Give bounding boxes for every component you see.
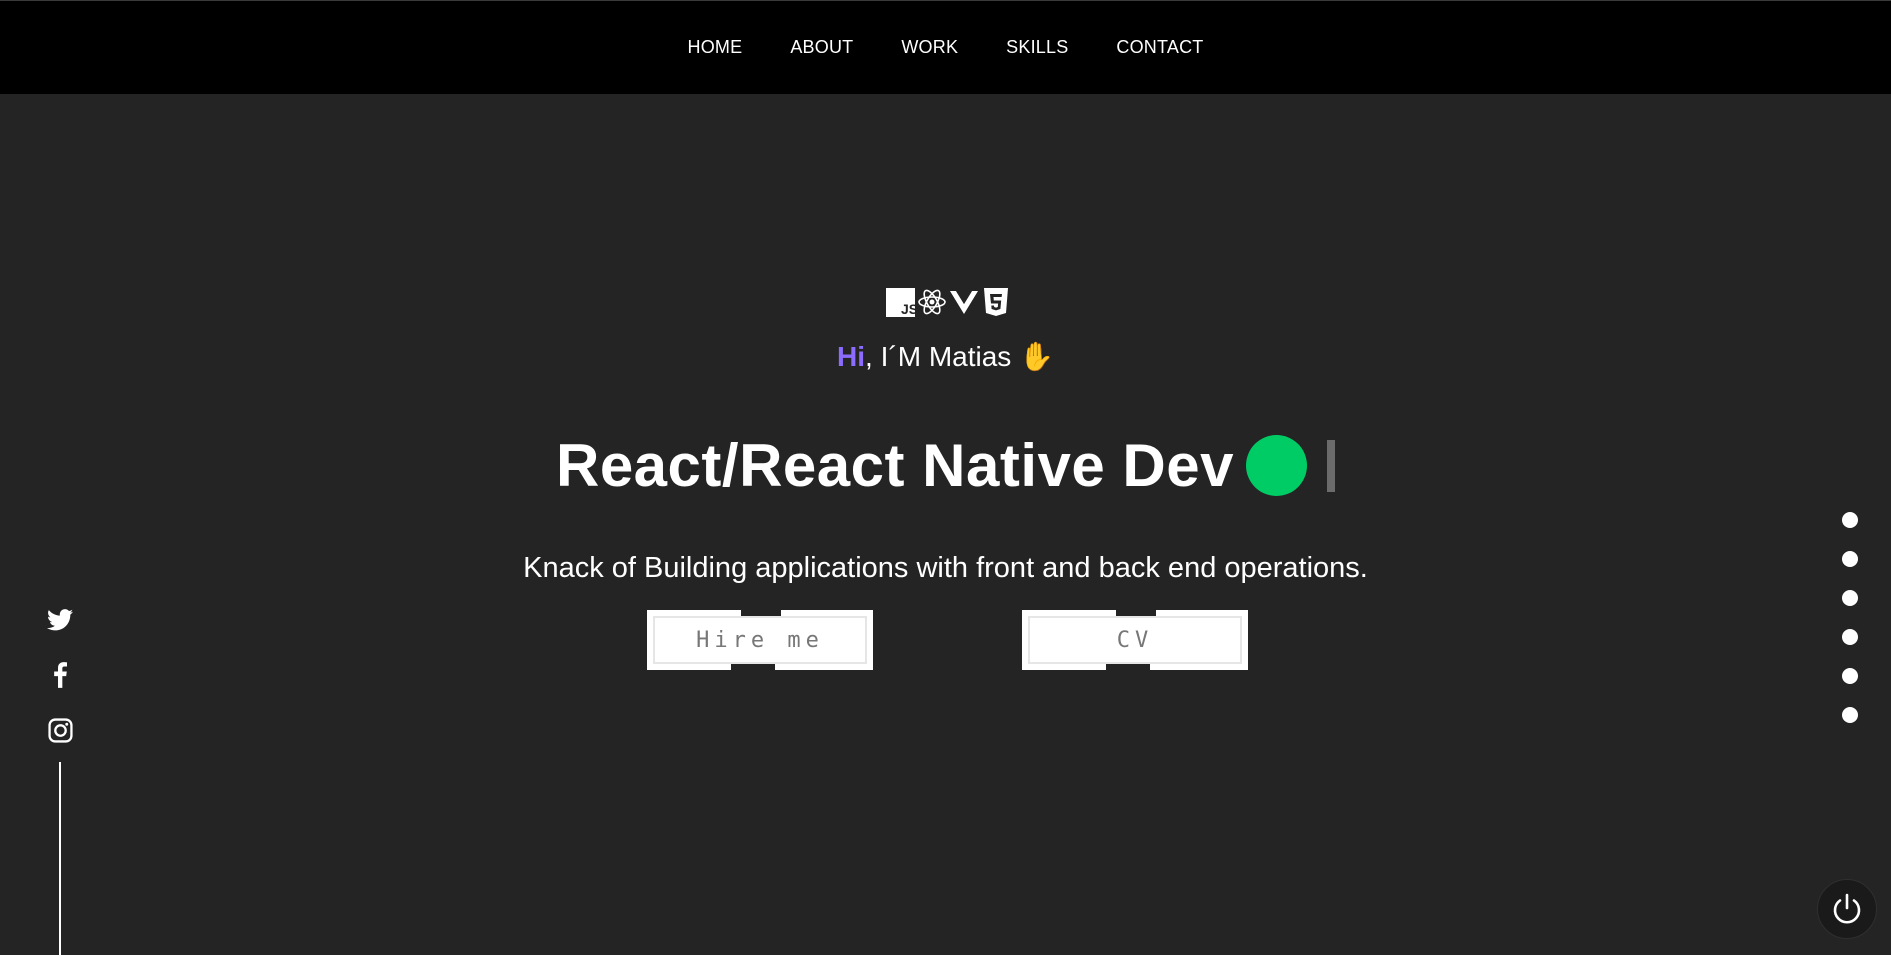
html5-icon (981, 287, 1011, 317)
social-links (46, 606, 76, 771)
cv-label: CV (1116, 627, 1154, 653)
react-icon (917, 287, 947, 317)
twitter-icon[interactable] (46, 606, 74, 634)
section-dots (1842, 512, 1858, 746)
typing-cursor (1327, 439, 1335, 492)
top-navigation: HOME ABOUT WORK SKILLS CONTACT (0, 0, 1891, 94)
facebook-icon[interactable] (46, 661, 74, 689)
javascript-icon: JS (885, 287, 915, 317)
section-dot[interactable] (1842, 629, 1858, 645)
tagline: Knack of Building applications with fron… (523, 552, 1368, 584)
headline: React/React Native Dev (0, 431, 1891, 500)
nav-list: HOME ABOUT WORK SKILLS CONTACT (688, 37, 1204, 58)
hire-me-button[interactable]: Hire me (647, 610, 873, 670)
greeting-hi: Hi (837, 341, 866, 372)
tech-icons: JS (885, 286, 1011, 318)
wave-hand-icon: ✋ (1019, 341, 1054, 372)
nav-work[interactable]: WORK (901, 37, 958, 57)
section-dot[interactable] (1842, 551, 1858, 567)
power-icon (1833, 893, 1861, 924)
nav-contact[interactable]: CONTACT (1116, 37, 1203, 57)
nav-about[interactable]: ABOUT (790, 37, 853, 57)
cv-button[interactable]: CV (1022, 610, 1248, 670)
section-dot[interactable] (1842, 668, 1858, 684)
section-dot[interactable] (1842, 707, 1858, 723)
section-dot[interactable] (1842, 512, 1858, 528)
greeting: Hi, I´M Matias ✋ (0, 340, 1891, 373)
social-divider-line (59, 762, 61, 955)
page-title: React/React Native Dev (555, 432, 1234, 499)
section-dot[interactable] (1842, 590, 1858, 606)
hero-section: JS Hi, I´M Matias ✋ React/React Native D… (0, 94, 1891, 955)
status-dot (1246, 435, 1307, 496)
svg-text:JS: JS (901, 301, 915, 317)
hire-me-label: Hire me (696, 627, 824, 653)
nav-home[interactable]: HOME (688, 37, 743, 57)
power-button[interactable] (1817, 879, 1877, 939)
instagram-icon[interactable] (46, 716, 74, 744)
vue-icon (949, 287, 979, 317)
greeting-name: , I´M Matias (865, 341, 1012, 372)
nav-skills[interactable]: SKILLS (1006, 37, 1068, 57)
